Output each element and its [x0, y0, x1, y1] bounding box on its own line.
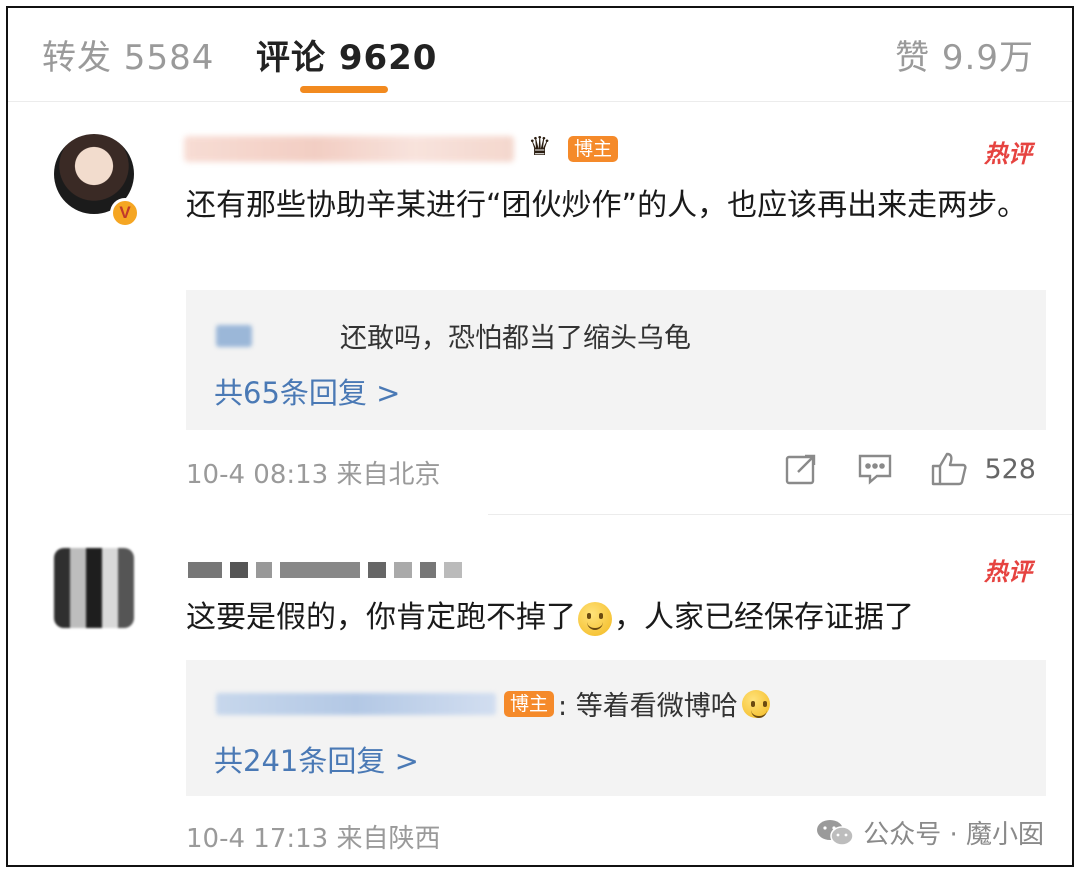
verified-v-icon: V [110, 198, 140, 228]
reply-username-blurred [216, 692, 496, 715]
like-count: 528 [984, 453, 1036, 485]
reply-username-blurred [216, 324, 252, 347]
comment-actions: 528 [782, 450, 1036, 488]
username-blurred[interactable] [188, 562, 462, 578]
reply-preview-box[interactable]: 博主 : 等着看微博哈 共241条回复 > [186, 660, 1046, 796]
view-replies-link[interactable]: 共241条回复 > [214, 738, 419, 780]
reply-preview-line: 还敢吗，恐怕都当了缩头乌龟 [216, 316, 691, 355]
share-icon[interactable] [782, 450, 820, 488]
weibo-comment-panel: 转发 5584 评论 9620 赞 9.9万 V ♛ 博主 热评 还有那些协助辛… [6, 6, 1074, 867]
reply-preview-box[interactable]: 还敢吗，恐怕都当了缩头乌龟 共65条回复 > [186, 290, 1046, 430]
reply-preview-text: : 等着看微博哈 [558, 691, 738, 722]
tab-like[interactable]: 赞 9.9万 [895, 30, 1034, 79]
thinking-emoji-icon [741, 689, 770, 718]
tab-bar: 转发 5584 评论 9620 赞 9.9万 [8, 8, 1072, 102]
reply-preview-text: 还敢吗，恐怕都当了缩头乌龟 [340, 323, 691, 354]
hot-comment-label: 热评 [984, 558, 1032, 586]
username-blurred[interactable] [184, 136, 514, 162]
comment-text-part2: ，人家已经保存证据了 [614, 600, 914, 635]
hot-comment-label: 热评 [984, 140, 1032, 168]
author-badge: 博主 [504, 690, 555, 717]
comment-text: 还有那些协助辛某进行“团伙炒作”的人，也应该再出来走两步。 [186, 188, 1028, 223]
divider [488, 514, 1072, 515]
view-replies-link[interactable]: 共65条回复 > [214, 370, 400, 412]
tab-repost[interactable]: 转发 5584 [42, 30, 214, 79]
comment-text-part1: 这要是假的，你肯定跑不掉了 [186, 600, 576, 635]
comment-meta: 10-4 17:13 来自陕西 [186, 824, 441, 854]
tab-comment[interactable]: 评论 9620 [256, 30, 437, 79]
wechat-icon [815, 818, 855, 848]
author-badge: 博主 [568, 136, 619, 162]
reply-preview-line: 博主 : 等着看微博哈 [216, 684, 772, 723]
watermark: 公众号 · 魔小囡 [815, 814, 1044, 851]
comment-meta: 10-4 08:13 来自北京 [186, 460, 441, 490]
active-tab-indicator [300, 86, 388, 93]
like-icon[interactable] [930, 450, 968, 488]
crown-icon: ♛ [528, 132, 552, 162]
comment-text: 这要是假的，你肯定跑不掉了 ，人家已经保存证据了 [186, 592, 1036, 644]
comment-icon[interactable] [856, 450, 894, 488]
avatar[interactable] [54, 548, 134, 628]
watermark-text: 公众号 · 魔小囡 [863, 820, 1044, 850]
smile-emoji-icon [578, 601, 612, 636]
